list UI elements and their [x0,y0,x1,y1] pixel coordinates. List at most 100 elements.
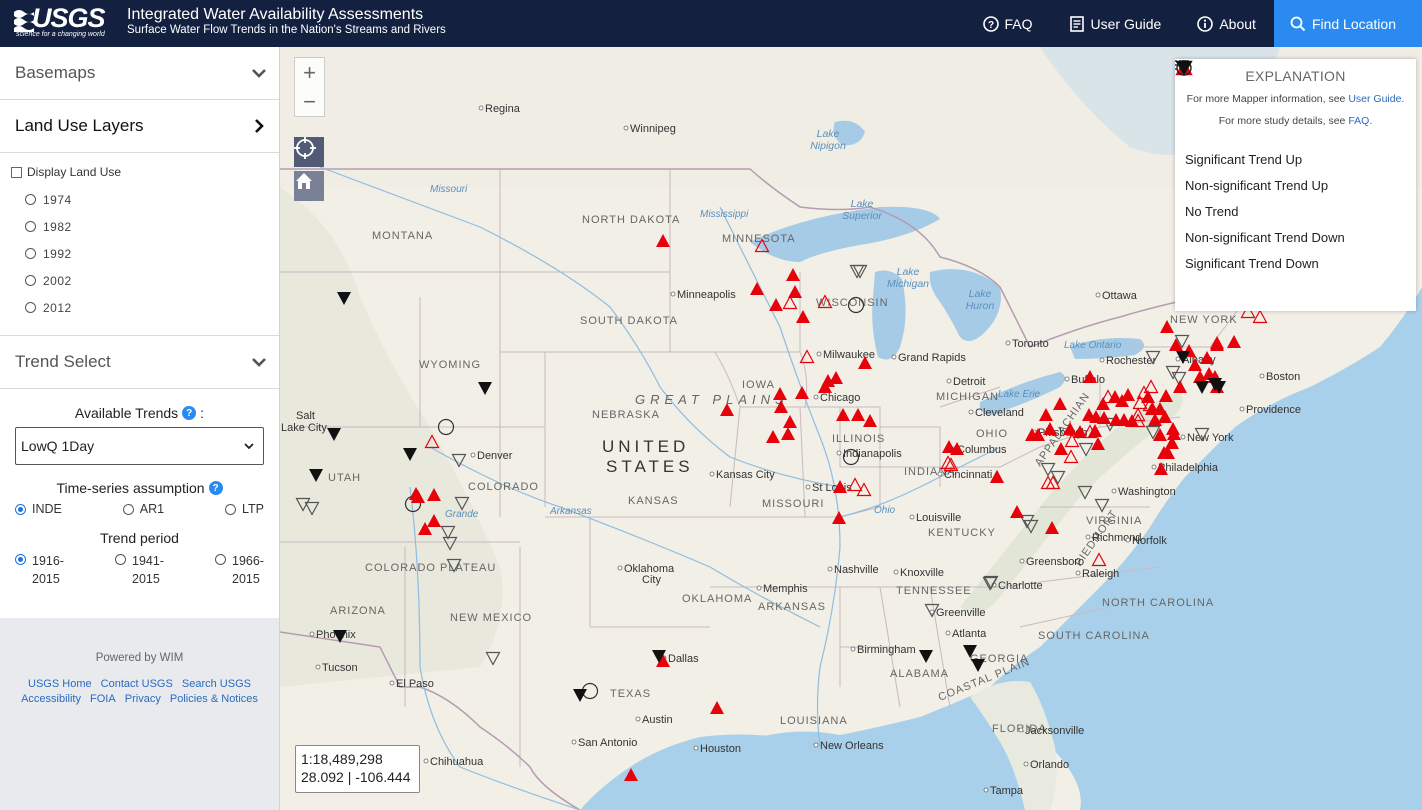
significant-trend-down-marker[interactable] [478,382,492,395]
nonsignificant-trend-up-marker[interactable] [799,349,815,364]
significant-trend-up-marker[interactable] [1053,397,1067,410]
radio-button[interactable] [224,504,236,515]
city-label: Toronto [1012,338,1049,350]
cursor-coordinates: 28.092 | -106.444 [301,769,411,785]
help-icon[interactable]: ? [208,481,223,495]
available-trends-select[interactable]: LowQ 1Day [15,427,264,465]
radio-button[interactable] [25,221,36,232]
significant-trend-up-marker[interactable] [836,408,850,421]
significant-trend-up-marker[interactable] [796,310,810,323]
footer-link[interactable]: Policies & Notices [170,693,258,705]
zoom-out-button[interactable]: − [295,87,324,116]
checkbox-box[interactable] [11,166,22,178]
locate-button[interactable] [294,137,324,167]
significant-trend-up-marker[interactable] [1039,408,1053,421]
radio-button[interactable] [25,275,36,286]
trend-select-section-header[interactable]: Trend Select [0,336,279,389]
nonsignificant-trend-up-marker[interactable] [856,482,872,497]
zoom-in-button[interactable]: + [295,58,324,87]
nonsignificant-trend-down-marker[interactable] [1094,498,1110,513]
footer-link[interactable]: USGS Home [28,678,92,690]
significant-trend-up-marker[interactable] [750,282,764,295]
usgs-logo[interactable]: USGS science for a changing world [14,3,114,42]
significant-trend-up-marker[interactable] [829,371,843,384]
significant-trend-up-marker[interactable] [1096,397,1110,410]
ts-option-inde[interactable]: INDE [15,502,62,516]
significant-trend-down-marker[interactable] [573,689,587,702]
city-dot [756,585,762,591]
map-view[interactable]: MONTANA NORTH DAKOTA SOUTH DAKOTA WYOMING NE… [280,47,1422,810]
trend-select-panel: Available Trends ?: LowQ 1Day Time-serie… [0,389,279,616]
land-use-year-option[interactable]: 1974 [11,186,279,213]
significant-trend-down-marker[interactable] [1195,381,1209,394]
significant-trend-up-marker[interactable] [1227,335,1241,348]
significant-trend-down-marker[interactable] [919,650,933,663]
radio-button[interactable] [15,504,26,515]
help-icon[interactable]: ? [182,406,197,420]
city-dot [670,291,676,297]
radio-button[interactable] [215,554,226,565]
state-label: TENNESSEE [896,585,972,597]
footer-link[interactable]: Privacy [125,693,161,705]
land-use-year-option[interactable]: 1982 [11,213,279,240]
explanation-header[interactable]: EXPLANATION [1175,60,1416,84]
significant-trend-up-marker[interactable] [766,430,780,443]
city-label: Lake City [281,422,327,434]
faq-link[interactable]: FAQ. [1348,115,1372,127]
radio-button[interactable] [122,504,134,515]
country-label: STATES [606,457,694,476]
city-dot [813,394,819,400]
significant-trend-up-marker[interactable] [1173,380,1187,393]
land-use-year-option[interactable]: 1992 [11,240,279,267]
significant-trend-up-marker[interactable] [1121,388,1135,401]
nonsignificant-trend-down-marker[interactable] [485,651,501,666]
legend-item-nonsig-up: Non-significant Trend Up [1175,60,1416,198]
water-label: Superior [842,210,882,222]
significant-trend-up-marker[interactable] [769,298,783,311]
user-guide-nav-button[interactable]: User Guide [1051,0,1180,47]
footer-link[interactable]: Accessibility [21,693,81,705]
significant-trend-up-marker[interactable] [710,701,724,714]
significant-trend-up-marker[interactable] [783,415,797,428]
radio-button[interactable] [25,302,36,313]
period-option-1916[interactable]: 1916- 2015 [15,552,64,588]
display-land-use-checkbox[interactable]: Display Land Use [11,165,279,179]
radio-button[interactable] [25,248,36,259]
selected-trend: LowQ 1Day [21,438,95,454]
basemaps-section-header[interactable]: Basemaps [0,47,279,100]
significant-trend-up-marker[interactable] [1010,505,1024,518]
nonsignificant-trend-up-marker[interactable] [1252,309,1268,324]
radio-button[interactable] [15,554,26,565]
top-nav: ? FAQ User Guide About Find Location [965,0,1422,47]
significant-trend-up-marker[interactable] [786,268,800,281]
land-use-year-option[interactable]: 2002 [11,267,279,294]
radio-button[interactable] [115,554,126,565]
footer-link[interactable]: Search USGS [182,678,251,690]
significant-trend-up-marker[interactable] [851,408,865,421]
land-use-section-header[interactable]: Land Use Layers [0,100,279,153]
city-label: Ottawa [1102,290,1138,302]
significant-trend-down-marker[interactable] [971,659,985,672]
user-guide-link[interactable]: User Guide. [1348,93,1404,105]
footer-link[interactable]: FOIA [90,693,116,705]
city-label: Kansas City [716,469,775,481]
nonsignificant-trend-up-marker[interactable] [782,295,798,310]
nonsignificant-trend-up-marker[interactable] [1091,552,1107,567]
period-option-1966[interactable]: 1966- 2015 [215,552,264,588]
city-dot [1023,761,1029,767]
radio-button[interactable] [25,194,36,205]
home-button[interactable] [294,171,324,201]
significant-trend-up-marker[interactable] [656,234,670,247]
faq-nav-button[interactable]: ? FAQ [965,0,1051,47]
significant-trend-up-marker[interactable] [863,414,877,427]
about-nav-button[interactable]: About [1179,0,1274,47]
city-dot [1180,434,1186,440]
ts-option-ltp[interactable]: LTP [224,502,264,516]
state-label: TEXAS [610,688,651,700]
find-location-button[interactable]: Find Location [1273,0,1422,47]
footer-link[interactable]: Contact USGS [101,678,173,690]
period-option-1941[interactable]: 1941- 2015 [115,552,164,588]
ts-option-ar1[interactable]: AR1 [122,502,164,516]
significant-trend-up-marker[interactable] [781,427,795,440]
land-use-year-option[interactable]: 2012 [11,294,279,321]
